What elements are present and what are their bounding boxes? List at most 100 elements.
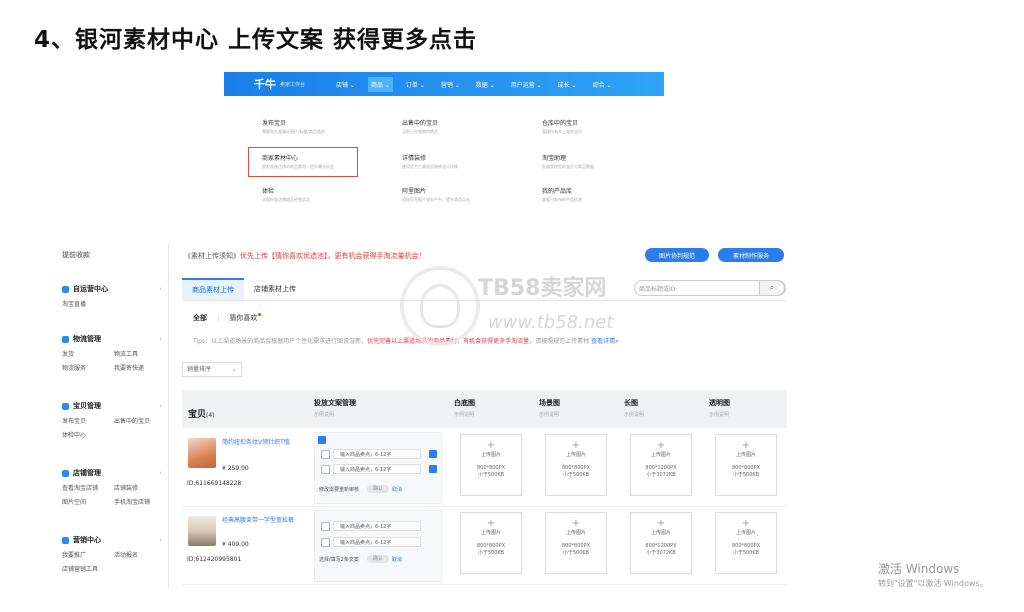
marketing-icon bbox=[62, 536, 69, 544]
nav-item-marketing[interactable]: 营销 ⌄ bbox=[438, 77, 463, 92]
product-price: ¥ 259.00 bbox=[222, 465, 249, 472]
menu-item-on-sale[interactable]: 出售中的宝贝 当前正在销售的商品 bbox=[402, 118, 522, 135]
upload-transparent[interactable]: + 上传图片 800*800PX 小于500KB bbox=[715, 512, 777, 574]
sidebar-link[interactable]: 我要寄快递 bbox=[114, 363, 172, 372]
sidebar-link[interactable]: 发布宝贝 bbox=[62, 416, 114, 425]
tab-goods-material[interactable]: 商品素材上传 bbox=[182, 278, 244, 300]
sidebar-link[interactable]: 我要推广 bbox=[62, 550, 114, 559]
menu-item-taobao-assistant[interactable]: 淘宝助理 批量管理您的宝贝与商品数据 bbox=[542, 153, 662, 170]
search-input[interactable]: 商品标题或ID ⌕ bbox=[634, 280, 786, 296]
plus-icon: + bbox=[741, 440, 751, 451]
upload-white-bg[interactable]: + 上传图片 800*800PX 小于500KB bbox=[460, 512, 522, 574]
upload-scene[interactable]: + 上传图片 800*800PX 小于500KB bbox=[545, 512, 607, 574]
product-title-link[interactable]: 简约纽扣条纹V领针织T恤 bbox=[222, 438, 302, 447]
sidebar-link[interactable]: 物流服务 bbox=[62, 363, 114, 372]
header-example-link[interactable]: 示例说明 bbox=[454, 411, 475, 418]
header-example-link[interactable]: 示例说明 bbox=[539, 411, 560, 418]
copy-checkbox[interactable] bbox=[321, 537, 330, 547]
tab-shop-material[interactable]: 店铺素材上传 bbox=[244, 278, 306, 300]
header-example-link[interactable]: 示例说明 bbox=[624, 411, 644, 418]
product-image[interactable] bbox=[188, 438, 216, 468]
copy-manager: 输入商品卖点，6-12字 输入商品卖点，6-12字 修改需要重新审核 确认 取消 bbox=[314, 432, 442, 504]
copy-input[interactable]: 输入商品卖点，6-12字 bbox=[333, 449, 421, 459]
upload-long[interactable]: + 上传图片 800*1200PX 小于3072KB bbox=[630, 512, 692, 574]
subtab-all[interactable]: 全部 bbox=[193, 313, 207, 323]
menu-item-checkup[interactable]: 体检 全面检查店铺商品经营状况 bbox=[262, 186, 382, 203]
sidebar-item-advance-payment[interactable]: 提前收款 bbox=[62, 250, 172, 260]
upload-limit: 小于3072KB bbox=[646, 550, 676, 556]
sidebar-link[interactable]: 淘宝直播 bbox=[62, 299, 114, 308]
spec-button[interactable]: 图片协判规范 bbox=[645, 248, 709, 262]
menu-item-desc: 管理所有未上架的宝贝 bbox=[542, 129, 582, 134]
tips-detail-link[interactable]: 查看详情» bbox=[591, 338, 619, 345]
nav-item-goods[interactable]: 商品 ⌄ bbox=[367, 76, 393, 92]
cancel-button[interactable]: 取消 bbox=[392, 486, 402, 493]
header-white-bg: 白底图 示例说明 bbox=[454, 398, 475, 418]
copy-manager: 输入商品卖点，6-12字 输入商品卖点，6-12字 选择/填写2条文案 确认 取消 bbox=[314, 510, 442, 582]
copy-line: 输入商品卖点，6-12字 bbox=[321, 521, 421, 531]
nav-item-user-ops[interactable]: 用户运营 ⌄ bbox=[508, 77, 545, 92]
menu-item-title: 出售中的宝贝 bbox=[402, 120, 439, 127]
header-copy: 投放文案管理 示例说明 bbox=[314, 398, 356, 418]
sidebar-link[interactable]: 手机淘宝店铺 bbox=[114, 497, 172, 506]
sidebar-link[interactable]: 出售中的宝贝 bbox=[114, 416, 172, 425]
sidebar-group-head[interactable]: 物流管理 › bbox=[62, 334, 172, 344]
table-row: 经典高腰束带一字型宽松裤 ¥ 409.00 ID:612420995801 输入… bbox=[182, 506, 787, 585]
upload-label: 上传图片 bbox=[565, 452, 586, 458]
sidebar-link[interactable]: 图片空间 bbox=[62, 497, 114, 506]
product-image[interactable] bbox=[188, 516, 216, 546]
flag-icon bbox=[318, 436, 326, 444]
sidebar-link[interactable]: 发货 bbox=[62, 349, 114, 358]
search-icon[interactable]: ⌕ bbox=[759, 280, 785, 296]
nav-item-general[interactable]: 综合 ⌄ bbox=[590, 77, 615, 92]
sidebar-group-head[interactable]: 店铺管理 › bbox=[62, 468, 172, 478]
menu-item-title: 详情装修 bbox=[402, 155, 427, 162]
confirm-button[interactable]: 确认 bbox=[367, 485, 390, 493]
menu-item-product-library[interactable]: 我的产品库 查看已发布的产品信息 bbox=[542, 186, 662, 203]
header-scene: 场景图 示例说明 bbox=[539, 398, 560, 418]
sidebar-group-head[interactable]: 宝贝管理 › bbox=[62, 401, 172, 411]
sidebar-link[interactable]: 活动报名 bbox=[114, 550, 172, 559]
upload-white-bg[interactable]: + 上传图片 800*800PX 小于500KB bbox=[460, 434, 522, 496]
service-button[interactable]: 素材制作服务 bbox=[718, 248, 784, 262]
nav-item-data[interactable]: 数据 ⌄ bbox=[473, 77, 498, 92]
confirm-button[interactable]: 确认 bbox=[366, 555, 389, 563]
self-ops-icon bbox=[62, 285, 69, 293]
sidebar: 提前收款 自运营中心 › 淘宝直播 物流管理 › 发货 物流工具 物流服务 我要寄快… bbox=[62, 250, 172, 573]
menu-item-publish[interactable]: 发布宝贝 需要帮先准备好图片/标题/商品描述 bbox=[262, 118, 382, 135]
sidebar-link[interactable]: 店铺装修 bbox=[114, 483, 172, 492]
notice-link[interactable]: 《素材上传须知》 bbox=[184, 252, 240, 260]
upload-size: 800*1200PX bbox=[645, 465, 677, 471]
copy-checkbox[interactable] bbox=[321, 521, 330, 531]
nav-item-shop[interactable]: 店铺 ⌄ bbox=[333, 77, 358, 92]
sidebar-link[interactable]: 体检中心 bbox=[62, 430, 114, 439]
upload-scene[interactable]: + 上传图片 800*800PX 小于500KB bbox=[545, 434, 607, 496]
copy-checkbox[interactable] bbox=[321, 449, 330, 459]
qianniu-logo: 千牛 bbox=[254, 78, 276, 91]
copy-checkbox[interactable] bbox=[321, 464, 330, 474]
header-title: 宝贝 bbox=[188, 410, 207, 420]
product-title-link[interactable]: 经典高腰束带一字型宽松裤 bbox=[222, 516, 302, 525]
sidebar-group-head[interactable]: 自运营中心 › bbox=[62, 284, 172, 294]
sidebar-link[interactable]: 查看淘宝店铺 bbox=[62, 483, 114, 492]
cancel-button[interactable]: 取消 bbox=[392, 556, 402, 563]
subtab-guess-you-like[interactable]: 猜你喜欢 bbox=[229, 313, 262, 323]
copy-input[interactable]: 输入商品卖点，6-12字 bbox=[333, 464, 421, 474]
truck-icon bbox=[62, 335, 69, 343]
header-example-link[interactable]: 示例说明 bbox=[709, 411, 730, 418]
header-example-link[interactable]: 示例说明 bbox=[314, 411, 356, 418]
nav-item-orders[interactable]: 订单 ⌄ bbox=[403, 77, 428, 92]
sidebar-link[interactable]: 店铺营销工具 bbox=[62, 564, 114, 573]
menu-item-warehouse[interactable]: 仓库中的宝贝 管理所有未上架的宝贝 bbox=[542, 118, 662, 135]
upload-transparent[interactable]: + 上传图片 800*800PX 小于500KB bbox=[715, 434, 777, 496]
nav-item-growth[interactable]: 成长 ⌄ bbox=[555, 77, 580, 92]
menu-item-ali-images[interactable]: 阿里图片 阿里官方图片服务平台，提升商品点击 bbox=[402, 186, 522, 203]
menu-item-detail-decor[interactable]: 详情装修 使用官方工具轻松装修宝贝详情 bbox=[402, 153, 522, 170]
sidebar-group-title: 物流管理 bbox=[73, 335, 101, 343]
sidebar-group-head[interactable]: 营销中心 › bbox=[62, 535, 172, 545]
sidebar-link[interactable]: 物流工具 bbox=[114, 349, 172, 358]
upload-long[interactable]: + 上传图片 800*1200PX 小于3072KB bbox=[630, 434, 692, 496]
copy-input[interactable]: 输入商品卖点，6-12字 bbox=[333, 537, 421, 547]
copy-input[interactable]: 输入商品卖点，6-12字 bbox=[333, 521, 421, 531]
sort-select[interactable]: 销量排序 ⌄ bbox=[182, 362, 242, 377]
